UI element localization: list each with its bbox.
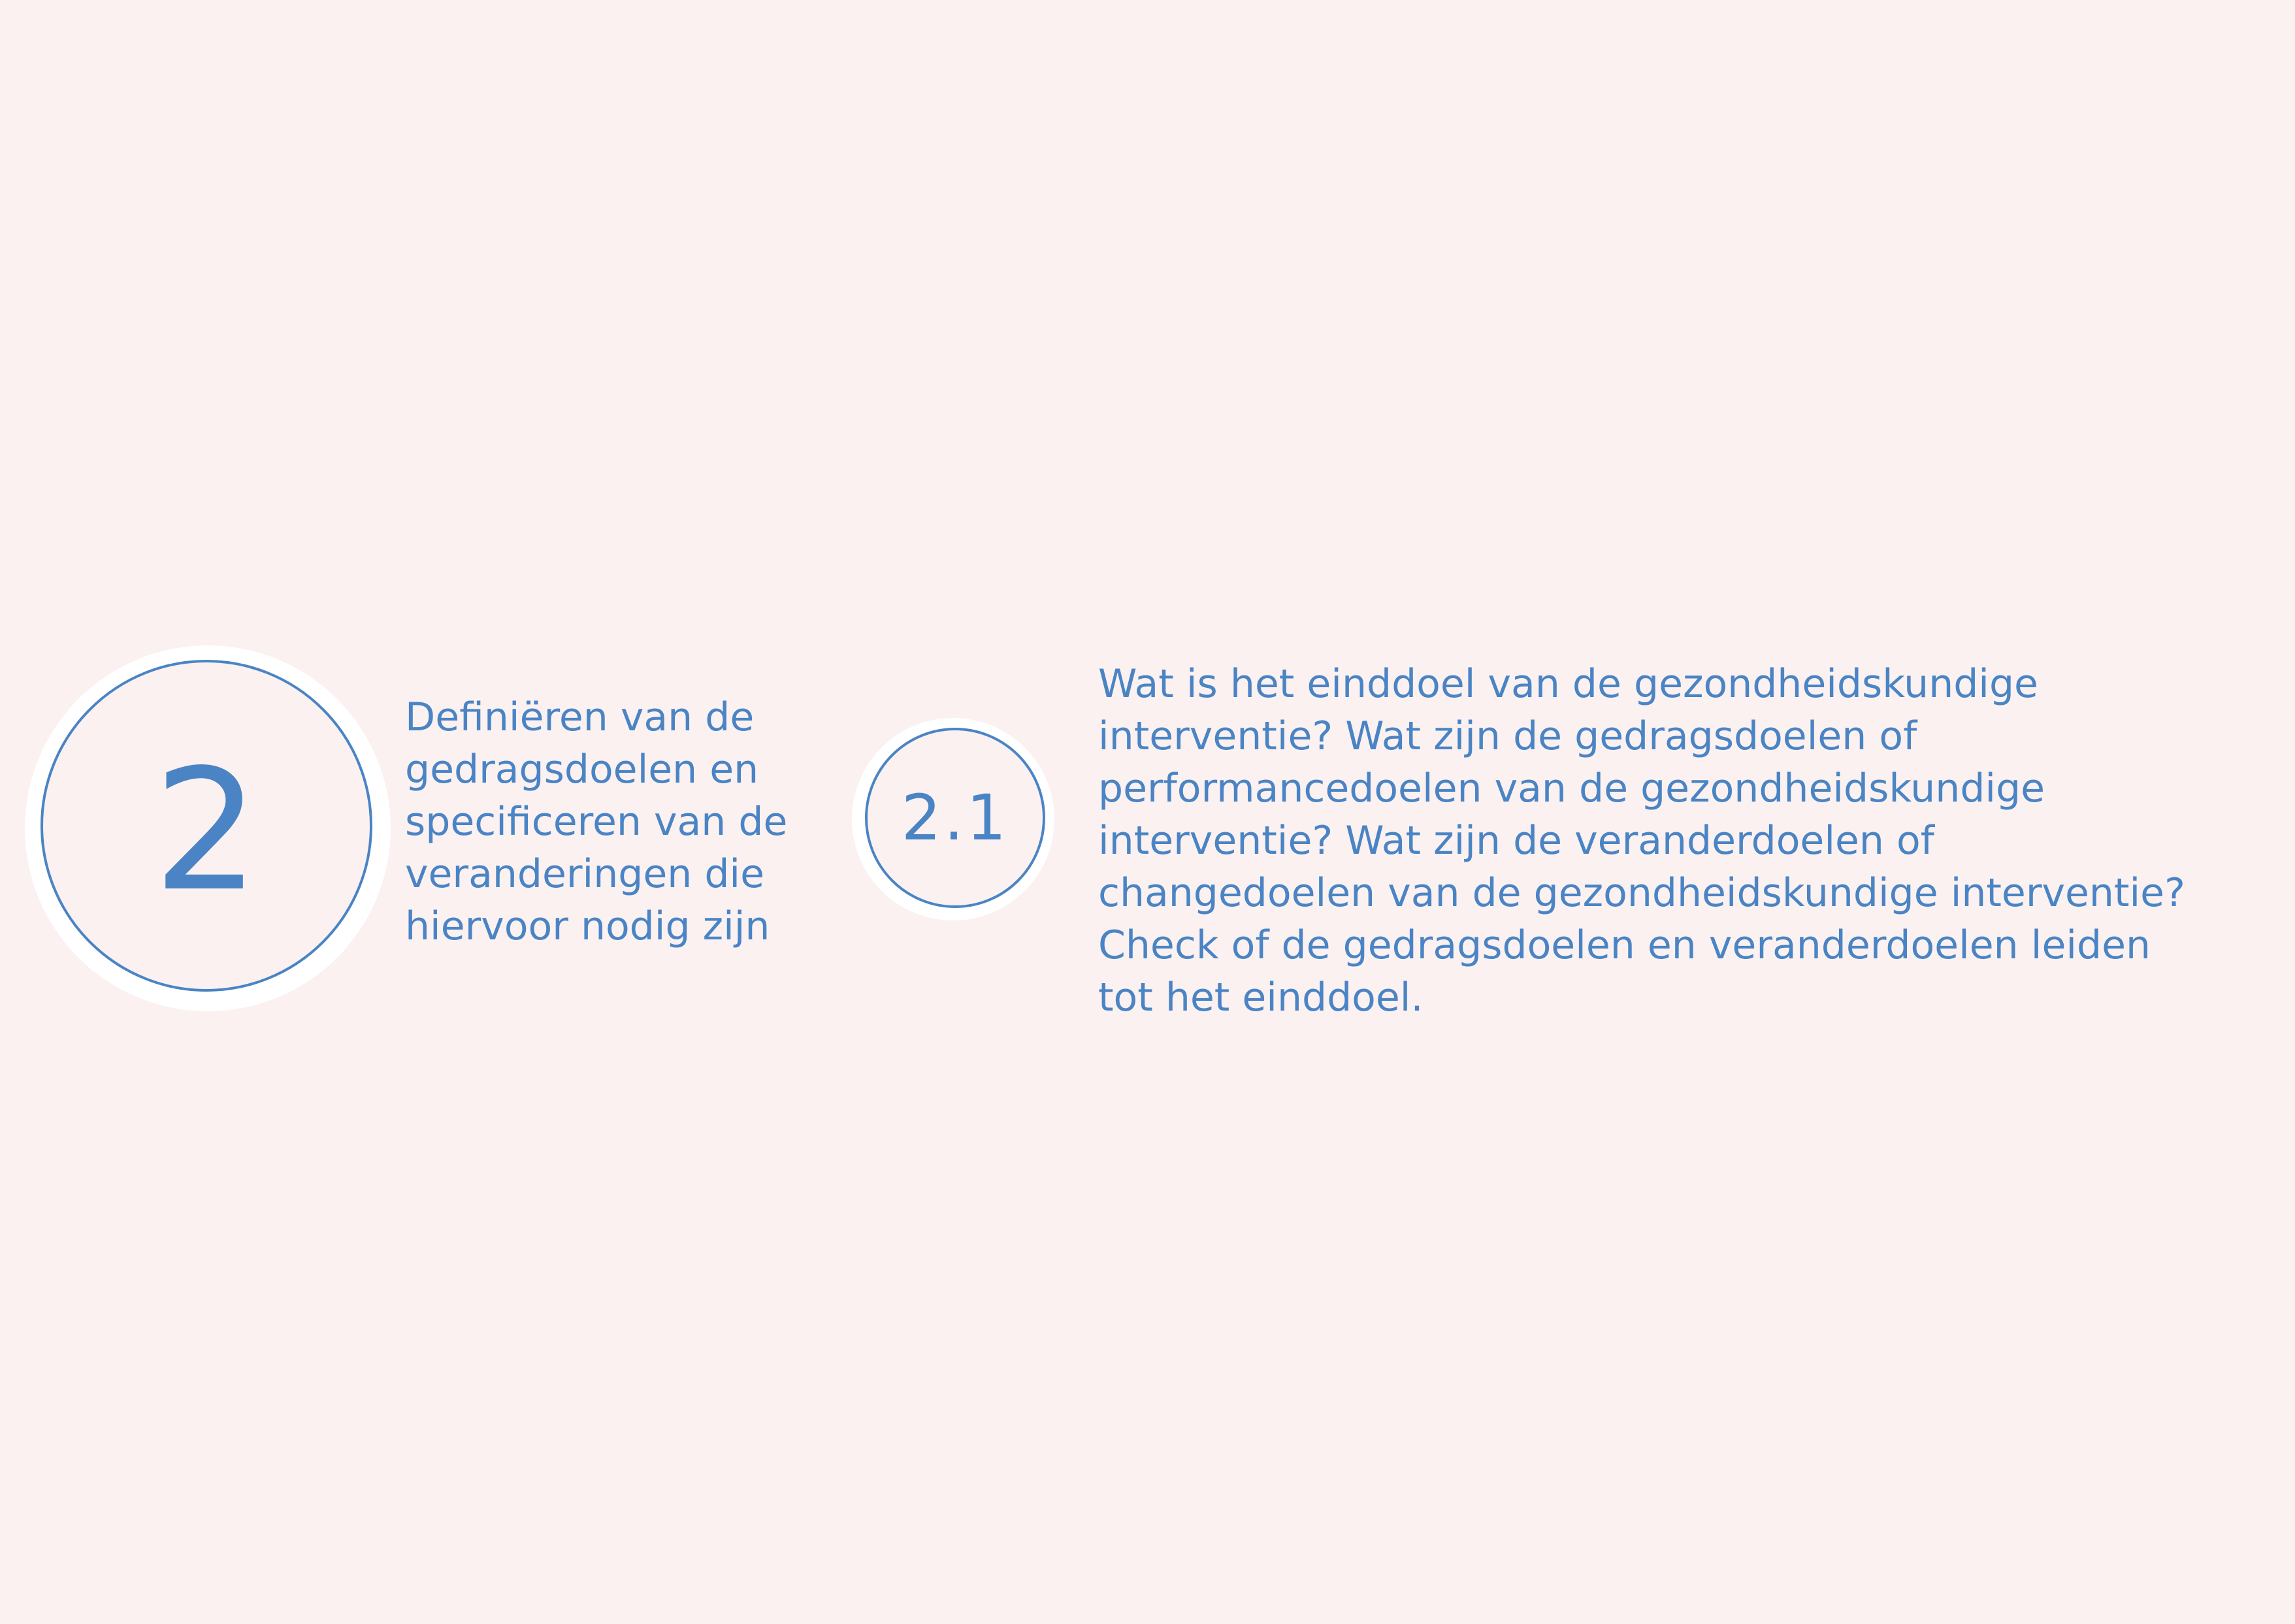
substep-question-line: Check of de gedragsdoelen en veranderdoe… <box>1098 922 2151 968</box>
substep-question-line: interventie? Wat zijn de gedragsdoelen o… <box>1098 713 1917 759</box>
substep-question-line: changedoelen van de gezondheidskundige i… <box>1098 870 2185 916</box>
step-description-line: Definiëren van de <box>405 694 755 740</box>
substep-question-line: Wat is het einddoel van de gezondheidsku… <box>1098 661 2038 707</box>
step-description-line: hiervoor nodig zijn <box>405 903 770 949</box>
substep-number: 2.1 <box>901 781 1009 854</box>
step-description-line: veranderingen die <box>405 851 765 897</box>
substep-question-line: tot het einddoel. <box>1098 975 1424 1020</box>
step-description: Definiëren van de gedragsdoelen en specifi… <box>405 691 787 952</box>
substep-question-line: performancedoelen van de gezondheidskund… <box>1098 766 2045 811</box>
substep-number-circle: 2.1 <box>865 728 1045 908</box>
step-number: 2 <box>153 734 260 928</box>
step-description-line: gedragsdoelen en <box>405 747 759 792</box>
step-number-circle: 2 <box>41 660 372 992</box>
substep-question: Wat is het einddoel van de gezondheidsku… <box>1098 658 2185 1024</box>
step-description-line: specificeren van de <box>405 799 788 845</box>
substep-question-line: interventie? Wat zijn de veranderdoelen … <box>1098 818 1934 864</box>
